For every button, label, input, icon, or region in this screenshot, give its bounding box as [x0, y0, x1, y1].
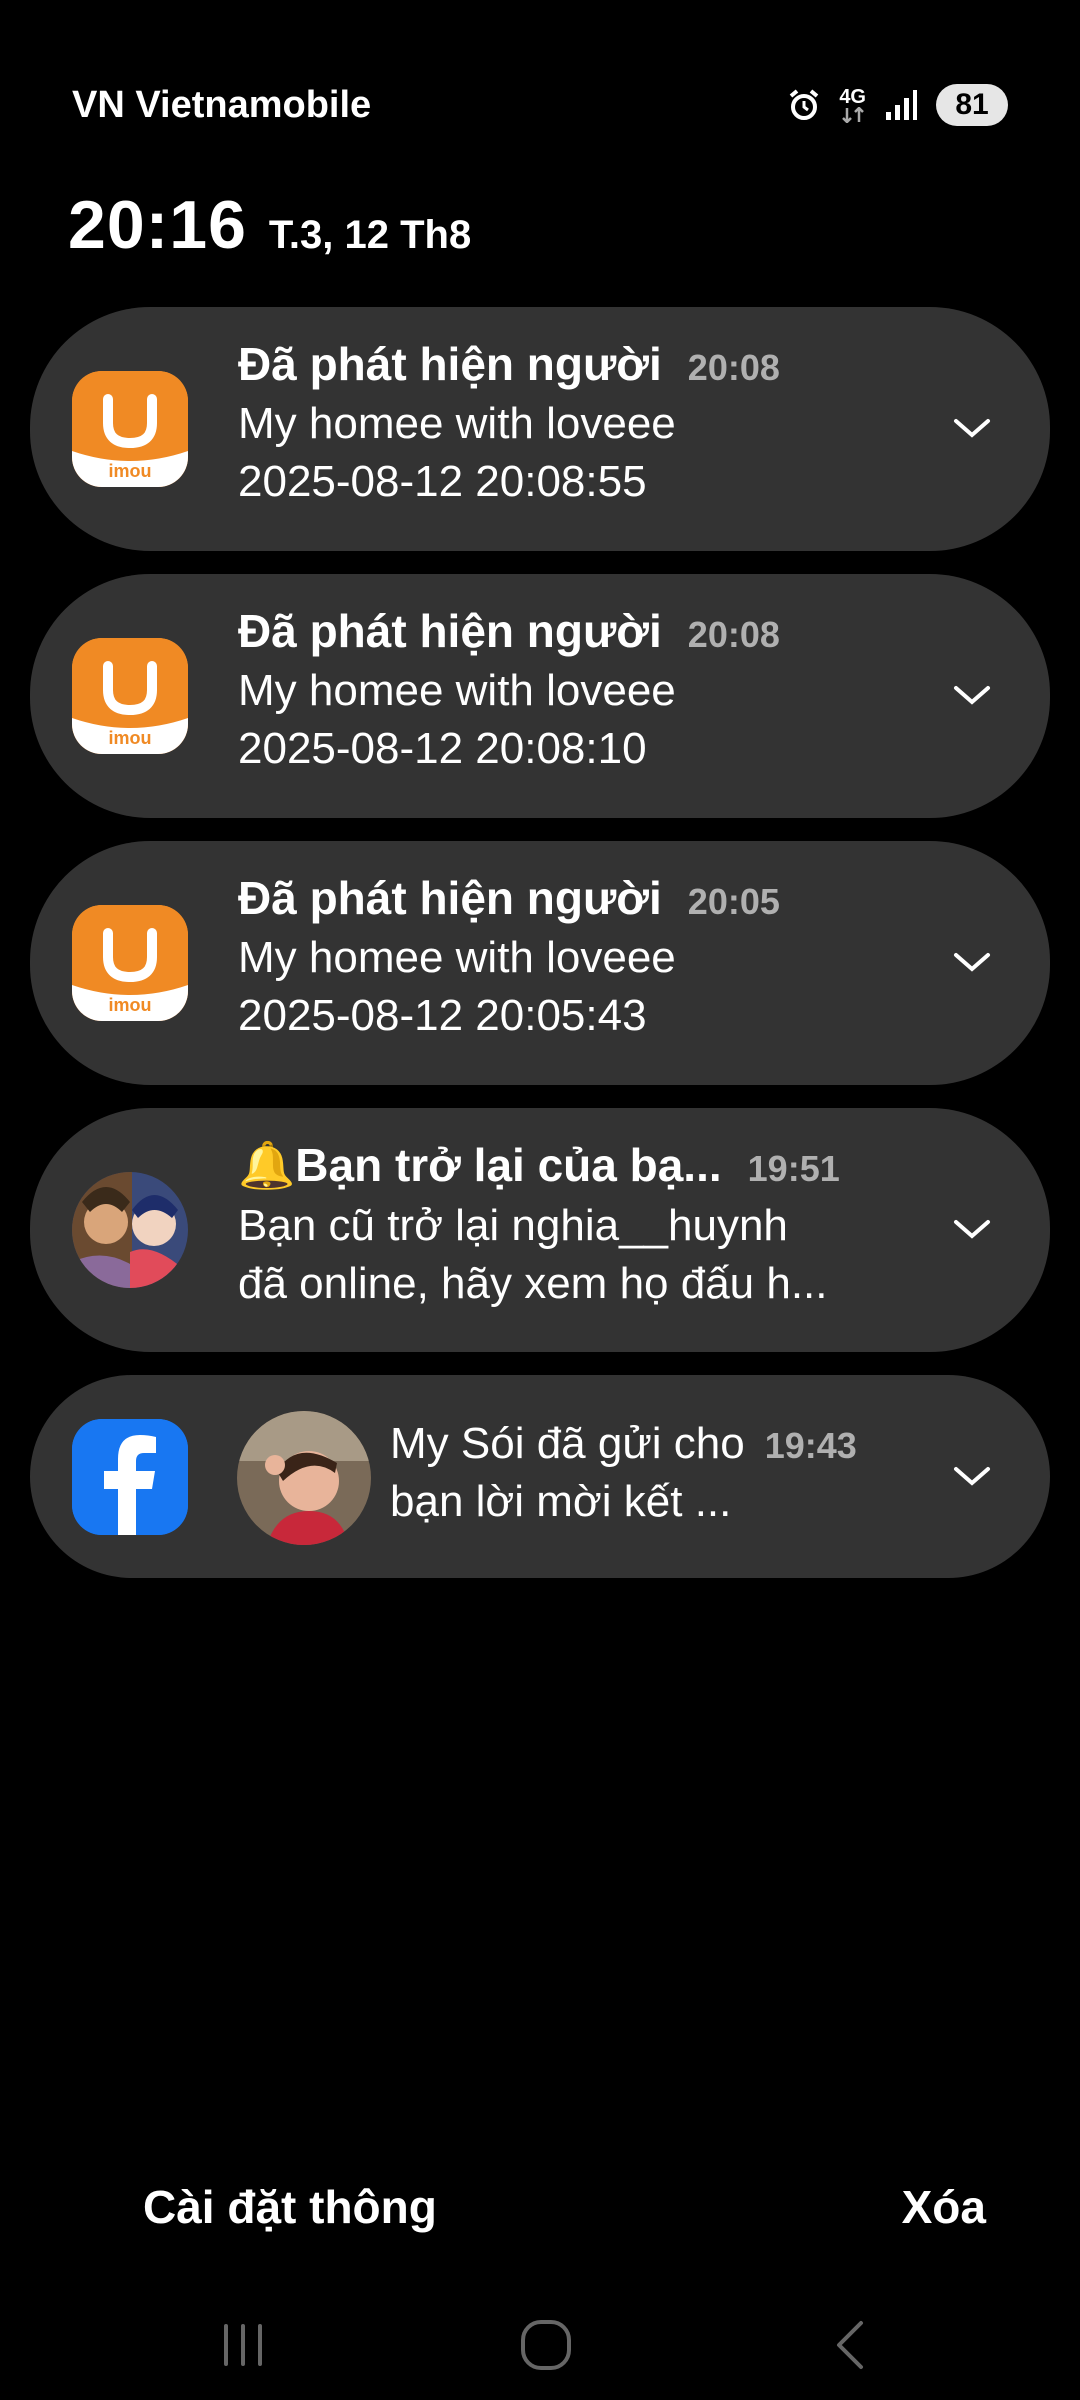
- clock[interactable]: 20:16: [68, 186, 247, 264]
- notification-time: 20:08: [687, 347, 780, 388]
- svg-text:imou: imou: [109, 461, 152, 481]
- expand-chevron-icon[interactable]: [942, 1447, 1002, 1507]
- facebook-app-icon: [72, 1419, 188, 1535]
- carrier-name: VN Vietnamobile: [72, 84, 372, 126]
- expand-chevron-icon[interactable]: [942, 933, 1002, 993]
- notification-text: đã online, hãy xem họ đấu h...: [238, 1259, 828, 1308]
- clear-all-button[interactable]: Xóa: [902, 2180, 986, 2234]
- notification-title: Đã phát hiện người: [238, 872, 662, 924]
- notification-title: Đã phát hiện người: [238, 338, 662, 390]
- svg-text:imou: imou: [109, 728, 152, 748]
- notification-text: 2025-08-12 20:08:55: [238, 457, 647, 506]
- notification-title: Đã phát hiện người: [238, 605, 662, 657]
- expand-chevron-icon[interactable]: [942, 666, 1002, 726]
- notification-text: Bạn cũ trở lại nghia__huynh: [238, 1201, 788, 1250]
- signal-icon: [884, 88, 918, 122]
- notification-title: 🔔Bạn trở lại của bạ...: [238, 1139, 722, 1191]
- battery-icon: 81: [936, 84, 1008, 126]
- status-bar: VN Vietnamobile 4G 81: [0, 0, 1080, 160]
- notification-time: 20:08: [687, 614, 780, 655]
- notification-text: My homee with loveee: [238, 933, 676, 982]
- game-app-icon: [72, 1172, 188, 1288]
- svg-text:imou: imou: [109, 995, 152, 1015]
- notification-text: My Sói đã gửi cho: [390, 1419, 745, 1468]
- notification-time: 19:43: [764, 1425, 857, 1466]
- expand-chevron-icon[interactable]: [942, 1200, 1002, 1260]
- imou-app-icon: imou: [72, 905, 188, 1021]
- notification-text: My homee with loveee: [238, 666, 676, 715]
- notification-settings-button[interactable]: Cài đặt thông: [143, 2180, 437, 2234]
- alarm-icon: [787, 88, 821, 122]
- network-type-label: 4G: [839, 86, 866, 108]
- notification-text: 2025-08-12 20:08:10: [238, 724, 647, 773]
- notification-card[interactable]: imou Đã phát hiện người 20:08 My homee w…: [30, 307, 1050, 551]
- notification-card[interactable]: My Sói đã gửi cho 19:43 bạn lời mời kết …: [30, 1375, 1050, 1578]
- notification-content: My Sói đã gửi cho 19:43 bạn lời mời kết …: [390, 1419, 910, 1527]
- notification-text: My homee with loveee: [238, 399, 676, 448]
- imou-app-icon: imou: [72, 638, 188, 754]
- network-4g-icon: 4G: [839, 87, 866, 123]
- notification-content: Đã phát hiện người 20:08 My homee with l…: [238, 604, 910, 774]
- notification-list: imou Đã phát hiện người 20:08 My homee w…: [30, 307, 1050, 1601]
- navigation-bar: [0, 2290, 1080, 2400]
- home-icon[interactable]: [506, 2310, 586, 2380]
- sender-avatar: [237, 1411, 371, 1545]
- recent-apps-icon[interactable]: [203, 2310, 283, 2380]
- notification-time: 20:05: [687, 881, 780, 922]
- clock-row: 20:16 T.3, 12 Th8: [68, 186, 471, 264]
- back-icon[interactable]: [810, 2310, 890, 2380]
- notification-content: Đã phát hiện người 20:08 My homee with l…: [238, 337, 910, 507]
- notification-content: 🔔Bạn trở lại của bạ... 19:51 Bạn cũ trở …: [238, 1138, 910, 1309]
- notification-card[interactable]: imou Đã phát hiện người 20:05 My homee w…: [30, 841, 1050, 1085]
- notification-time: 19:51: [747, 1148, 840, 1189]
- imou-app-icon: imou: [72, 371, 188, 487]
- notification-card[interactable]: imou Đã phát hiện người 20:08 My homee w…: [30, 574, 1050, 818]
- notification-actions: Cài đặt thông Xóa: [0, 2180, 1080, 2260]
- expand-chevron-icon[interactable]: [942, 399, 1002, 459]
- notification-text: 2025-08-12 20:05:43: [238, 991, 647, 1040]
- notification-content: Đã phát hiện người 20:05 My homee with l…: [238, 871, 910, 1041]
- notification-text: bạn lời mời kết ...: [390, 1477, 732, 1526]
- date[interactable]: T.3, 12 Th8: [269, 213, 471, 258]
- status-icons: 4G 81: [787, 84, 1008, 126]
- notification-card[interactable]: 🔔Bạn trở lại của bạ... 19:51 Bạn cũ trở …: [30, 1108, 1050, 1352]
